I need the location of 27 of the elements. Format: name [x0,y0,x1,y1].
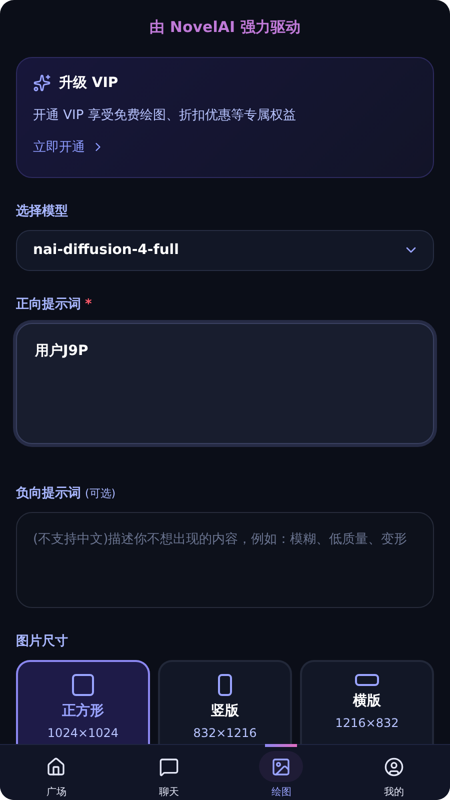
open-vip-link[interactable]: 立即开通 [33,138,105,156]
negative-prompt-field[interactable]: (不支持中文)描述你不想出现的内容，例如：模糊、低质量、变形 [16,512,434,608]
nav-tab[interactable]: 绘图 [225,745,338,800]
model-select[interactable]: nai-diffusion-4-full [16,230,434,271]
square-icon [72,674,94,696]
image-icon [271,756,292,776]
optional-hint: (可选) [85,486,116,502]
vip-description: 开通 VIP 享受免费绘图、折扣优惠等专属权益 [33,107,297,124]
chat-bubble-icon [158,756,179,776]
sparkle-icon [33,74,51,92]
positive-prompt-field[interactable]: 用户J9P [16,322,434,444]
model-label: 选择模型 [16,203,68,220]
size-option[interactable]: 横版 1216×832 [300,660,434,744]
size-option[interactable]: 正方形 1024×1024 [16,660,150,744]
user-icon [384,756,404,776]
size-option[interactable]: 竖版 832×1216 [158,660,292,744]
image-size-label: 图片尺寸 [16,633,68,650]
negative-prompt-label: 负向提示词 [16,485,81,502]
home-icon [46,756,66,776]
app-title: 由 NovelAI 强力驱动 [148,18,302,37]
nav-tab[interactable]: 广场 [0,745,112,800]
nav-tab[interactable]: 我的 [338,745,450,800]
positive-prompt-label: 正向提示词 [16,296,81,313]
vip-title: 升级 VIP [59,74,118,92]
required-mark: * [85,296,92,312]
nav-tab[interactable]: 聊天 [112,745,225,800]
active-indicator [265,744,298,747]
